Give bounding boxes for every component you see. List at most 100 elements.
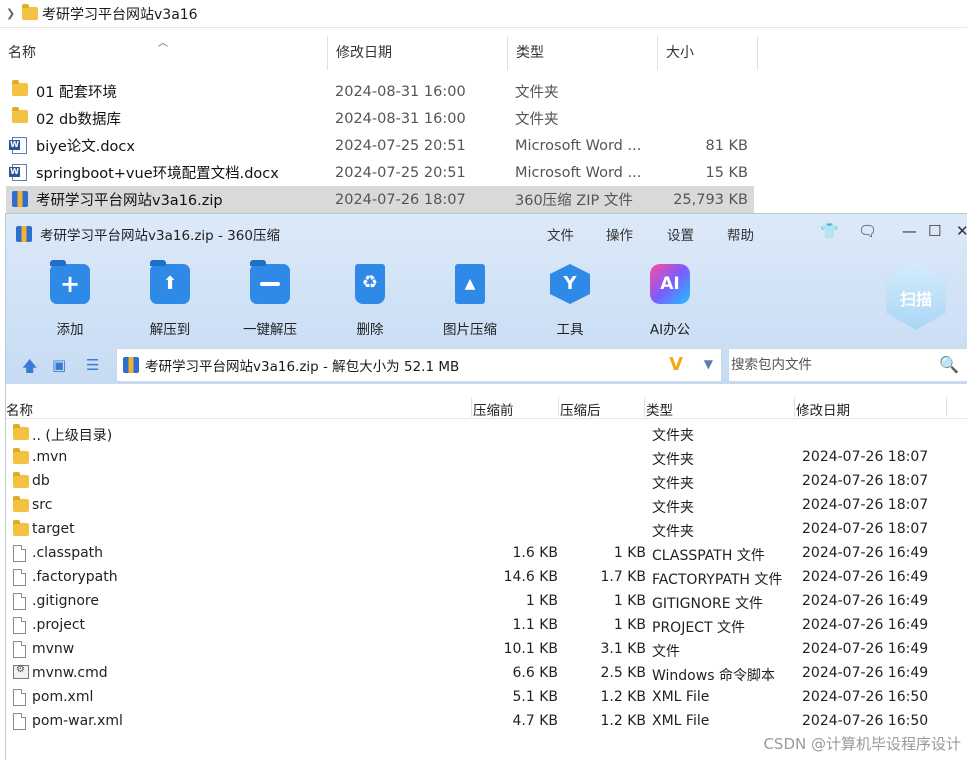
column-modified[interactable]: 修改日期 bbox=[796, 399, 850, 419]
word-document-icon bbox=[9, 164, 30, 181]
search-input[interactable] bbox=[729, 349, 929, 381]
add-button[interactable]: 添加 bbox=[30, 260, 110, 338]
extract-to-icon bbox=[150, 260, 190, 304]
column-name[interactable]: 名称 bbox=[6, 399, 33, 419]
column-divider[interactable] bbox=[794, 397, 795, 417]
column-divider[interactable] bbox=[946, 397, 947, 417]
menu-file[interactable]: 文件 bbox=[547, 224, 574, 244]
one-click-extract-label: 一键解压 bbox=[243, 322, 297, 338]
up-arrow-icon[interactable]: 🡅 bbox=[22, 356, 37, 381]
chevron-down-icon[interactable]: ▼ bbox=[704, 357, 713, 371]
file-icon bbox=[13, 593, 26, 610]
explorer-row-date: 2024-07-25 20:51 bbox=[335, 137, 466, 154]
one-click-extract-icon bbox=[250, 260, 290, 304]
column-type[interactable]: 类型 bbox=[646, 399, 673, 419]
command-script-icon bbox=[13, 664, 29, 679]
ai-office-button[interactable]: AI办公 bbox=[630, 264, 710, 338]
file-size-after: 1 KB bbox=[613, 545, 646, 561]
archive-file-row[interactable]: pom-war.xml 4.7 KB 1.2 KB XML File 2024-07-2… bbox=[6, 710, 967, 734]
file-size-before: 10.1 KB bbox=[503, 641, 558, 657]
add-label: 添加 bbox=[56, 322, 84, 338]
folder-icon bbox=[12, 80, 30, 99]
icon-shape bbox=[12, 107, 28, 123]
explorer-row-size: 15 KB bbox=[705, 164, 748, 181]
minimize-icon[interactable]: — bbox=[902, 222, 917, 240]
file-name: .. (上级目录) bbox=[32, 428, 113, 444]
archive-file-row[interactable]: .. (上级目录) 文件夹 bbox=[6, 422, 967, 446]
column-type[interactable]: 类型 bbox=[508, 36, 658, 70]
file-icon bbox=[13, 641, 26, 658]
address-bar[interactable]: 考研学习平台网站v3a16.zip - 解包大小为 52.1 MB V ▼ bbox=[116, 348, 722, 382]
file-modified: 2024-07-26 16:49 bbox=[802, 545, 929, 561]
file-type: 文件夹 bbox=[652, 452, 694, 468]
archive-file-row[interactable]: .project 1.1 KB 1 KB PROJECT 文件 2024-07-26 1… bbox=[6, 614, 967, 638]
file-size-after: 1.7 KB bbox=[600, 569, 647, 585]
archive-file-row[interactable]: .classpath 1.6 KB 1 KB CLASSPATH 文件 2024-07-… bbox=[6, 542, 967, 566]
column-divider[interactable] bbox=[644, 397, 645, 417]
column-divider[interactable] bbox=[558, 397, 559, 417]
menu-help[interactable]: 帮助 bbox=[727, 224, 754, 244]
explorer-row-name: biye论文.docx bbox=[36, 139, 135, 155]
menu-settings[interactable]: 设置 bbox=[667, 224, 694, 244]
archive-file-row[interactable]: db 文件夹 2024-07-26 18:07 bbox=[6, 470, 967, 494]
explorer-row-date: 2024-08-31 16:00 bbox=[335, 110, 466, 127]
scan-button[interactable]: 扫描 bbox=[886, 262, 946, 330]
archive-file-row[interactable]: mvnw.cmd 6.6 KB 2.5 KB Windows 命令脚本 2024-07-… bbox=[6, 662, 967, 686]
column-size[interactable]: 大小 bbox=[658, 36, 758, 70]
explorer-row[interactable]: 02 db数据库 2024-08-31 16:00 文件夹 bbox=[6, 105, 754, 132]
column-divider[interactable] bbox=[471, 397, 472, 417]
close-icon[interactable]: ✕ bbox=[956, 222, 967, 240]
archive-file-row[interactable]: src 文件夹 2024-07-26 18:07 bbox=[6, 494, 967, 518]
recycle-bin-icon bbox=[355, 264, 385, 304]
word-document-icon bbox=[9, 137, 30, 154]
v-logo-icon[interactable]: V bbox=[669, 354, 683, 375]
archive-file-row[interactable]: mvnw 10.1 KB 3.1 KB 文件 2024-07-26 16:49 bbox=[6, 638, 967, 662]
explorer-row-type: Microsoft Word ... bbox=[515, 164, 642, 181]
feedback-icon[interactable]: 🗨 bbox=[858, 222, 877, 240]
zip-archive-icon bbox=[16, 226, 32, 242]
archive-file-row[interactable]: pom.xml 5.1 KB 1.2 KB XML File 2024-07-26 16… bbox=[6, 686, 967, 710]
archive-file-row[interactable]: target 文件夹 2024-07-26 18:07 bbox=[6, 518, 967, 542]
explorer-row[interactable]: springboot+vue环境配置文档.docx 2024-07-25 20:5… bbox=[6, 159, 754, 186]
archive-file-row[interactable]: .factorypath 14.6 KB 1.7 KB FACTORYPATH 文件 2… bbox=[6, 566, 967, 590]
file-name: pom.xml bbox=[32, 689, 94, 705]
delete-button[interactable]: 删除 bbox=[330, 264, 410, 338]
extract-to-button[interactable]: 解压到 bbox=[130, 260, 210, 338]
file-icon bbox=[13, 713, 26, 730]
chevron-right-icon[interactable]: ❯ bbox=[6, 7, 20, 20]
explorer-row[interactable]: 01 配套环境 2024-08-31 16:00 文件夹 bbox=[6, 78, 754, 105]
file-name: mvnw.cmd bbox=[32, 665, 108, 681]
one-click-extract-button[interactable]: 一键解压 bbox=[230, 260, 310, 338]
file-size-before: 5.1 KB bbox=[512, 689, 559, 705]
explorer-row[interactable]: 考研学习平台网站v3a16.zip 2024-07-26 18:07 360压缩 Z… bbox=[6, 186, 754, 213]
column-before[interactable]: 压缩前 bbox=[473, 399, 514, 419]
file-name: src bbox=[32, 497, 53, 513]
column-modified[interactable]: 修改日期 bbox=[328, 36, 508, 70]
navigation-bar: 🡅 ▣ ☰ 考研学习平台网站v3a16.zip - 解包大小为 52.1 MB … bbox=[6, 346, 967, 384]
archive-file-row[interactable]: .gitignore 1 KB 1 KB GITIGNORE 文件 2024-07-26… bbox=[6, 590, 967, 614]
folder-icon bbox=[13, 520, 29, 536]
file-icon bbox=[13, 617, 26, 634]
file-type: 文件 bbox=[652, 644, 680, 660]
image-compress-button[interactable]: 图片压缩 bbox=[430, 264, 510, 338]
explorer-row-type: Microsoft Word ... bbox=[515, 137, 642, 154]
column-after[interactable]: 压缩后 bbox=[560, 399, 601, 419]
extract-to-label: 解压到 bbox=[149, 322, 191, 338]
file-modified: 2024-07-26 16:50 bbox=[802, 689, 929, 705]
maximize-icon[interactable]: ☐ bbox=[928, 222, 941, 240]
archive-file-row[interactable]: .mvn 文件夹 2024-07-26 18:07 bbox=[6, 446, 967, 470]
explorer-row-name: 考研学习平台网站v3a16.zip bbox=[36, 193, 223, 209]
folder-icon bbox=[13, 496, 29, 512]
file-name: .project bbox=[32, 617, 86, 633]
explorer-row[interactable]: biye论文.docx 2024-07-25 20:51 Microsoft Wor… bbox=[6, 132, 754, 159]
tools-button[interactable]: 工具 bbox=[530, 264, 610, 338]
thumbnail-view-icon[interactable]: ▣ bbox=[52, 356, 66, 374]
explorer-path: 考研学习平台网站v3a16 bbox=[42, 6, 198, 23]
search-icon[interactable]: 🔍 bbox=[939, 355, 959, 374]
delete-label: 删除 bbox=[356, 322, 384, 338]
explorer-column-header: 名称 ︿ 修改日期 类型 大小 bbox=[0, 36, 760, 70]
menu-operation[interactable]: 操作 bbox=[606, 224, 633, 244]
skin-icon[interactable]: 👕 bbox=[820, 222, 839, 240]
add-icon bbox=[50, 260, 90, 304]
list-view-icon[interactable]: ☰ bbox=[86, 356, 99, 374]
